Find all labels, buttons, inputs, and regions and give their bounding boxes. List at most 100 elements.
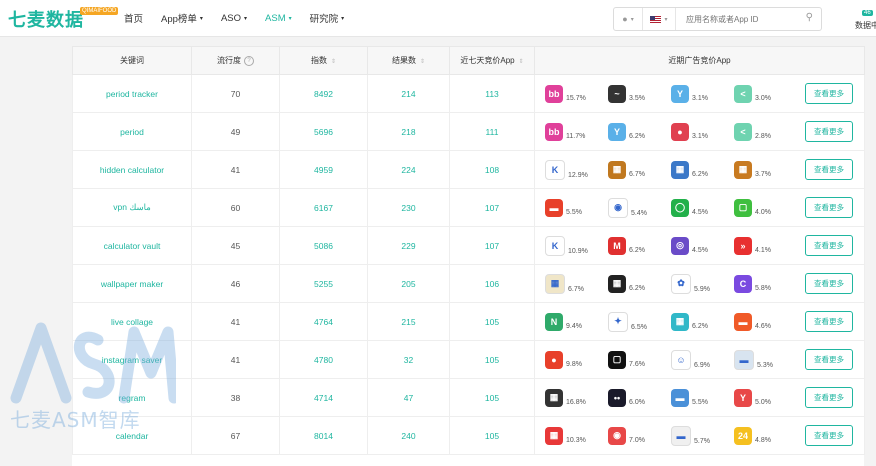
app-icon[interactable]: •• bbox=[608, 388, 626, 407]
ad-app[interactable]: ~3.5% bbox=[608, 84, 671, 103]
app-icon[interactable]: < bbox=[734, 122, 752, 141]
app-icon[interactable]: ▦ bbox=[545, 273, 565, 294]
ad-app[interactable]: M 6.2% bbox=[608, 236, 671, 255]
nav-item-0[interactable]: 首页 bbox=[124, 11, 143, 25]
ad-app[interactable]: N 9.4% bbox=[545, 312, 608, 331]
app-icon[interactable]: ▦ bbox=[671, 160, 689, 179]
app-icon[interactable]: ● bbox=[545, 350, 563, 369]
platform-select[interactable]: ● ▾ bbox=[614, 8, 643, 30]
app-icon[interactable]: ▬ bbox=[671, 388, 689, 407]
app-icon[interactable]: ▬ bbox=[734, 312, 752, 331]
ad-app[interactable]: 24 4.8% bbox=[734, 426, 797, 445]
app-icon[interactable]: ▦ bbox=[545, 426, 563, 445]
search-input[interactable] bbox=[684, 13, 808, 25]
app-icon[interactable]: N bbox=[545, 312, 563, 331]
ad-app[interactable]: ◯ 4.5% bbox=[671, 198, 734, 217]
app-icon[interactable]: ☺ bbox=[671, 349, 691, 370]
ad-app[interactable]: ▦ 6.2% bbox=[671, 312, 734, 331]
app-icon[interactable]: ▬ bbox=[545, 198, 563, 217]
ad-app[interactable]: ▦ 6.7% bbox=[608, 160, 671, 179]
app-icon[interactable]: K bbox=[545, 159, 565, 180]
app-icon[interactable]: ◉ bbox=[608, 426, 626, 445]
ad-app[interactable]: ● 9.8% bbox=[545, 350, 608, 369]
app-icon[interactable]: ▬ bbox=[671, 425, 691, 446]
ad-app[interactable]: K 10.9% bbox=[545, 235, 608, 256]
app-icon[interactable]: ▦ bbox=[734, 160, 752, 179]
keyword-cell[interactable]: wallpaper maker bbox=[72, 264, 192, 303]
keyword-cell[interactable]: vpn ماسك bbox=[72, 188, 192, 227]
keyword-cell[interactable]: live collage bbox=[72, 302, 192, 341]
view-more-button[interactable]: 查看更多 bbox=[805, 159, 853, 180]
view-more-button[interactable]: 查看更多 bbox=[805, 425, 853, 446]
ad-app[interactable]: ✦ 6.5% bbox=[608, 311, 671, 332]
app-icon[interactable]: ▦ bbox=[545, 388, 563, 407]
ad-app[interactable]: ▦ 10.3% bbox=[545, 426, 608, 445]
view-more-button[interactable]: 查看更多 bbox=[805, 197, 853, 218]
ad-app[interactable]: ▦ 3.7% bbox=[734, 160, 797, 179]
app-icon[interactable]: C bbox=[734, 274, 752, 293]
sort-icon[interactable]: ⇕ bbox=[331, 59, 336, 65]
app-icon[interactable]: ▢ bbox=[608, 350, 626, 369]
app-icon[interactable]: K bbox=[545, 235, 565, 256]
logo[interactable]: 七麦数据 bbox=[8, 6, 84, 32]
app-icon[interactable]: ▦ bbox=[608, 274, 626, 293]
app-icon[interactable]: ◯ bbox=[671, 198, 689, 217]
app-icon[interactable]: Y bbox=[671, 84, 689, 103]
app-icon[interactable]: Y bbox=[734, 388, 752, 407]
app-icon[interactable]: ◉ bbox=[608, 197, 628, 218]
search-icon[interactable]: ⚲ bbox=[806, 12, 813, 23]
ad-app[interactable]: <3.0% bbox=[734, 84, 797, 103]
ad-app[interactable]: ▦ 16.8% bbox=[545, 388, 608, 407]
view-more-button[interactable]: 查看更多 bbox=[805, 349, 853, 370]
ad-app[interactable]: bb 15.7% bbox=[545, 84, 608, 103]
ad-app[interactable]: ◎ 4.5% bbox=[671, 236, 734, 255]
sort-icon[interactable]: ⇕ bbox=[519, 59, 524, 65]
ad-app[interactable]: ✿ 5.9% bbox=[671, 273, 734, 294]
ad-app[interactable]: Y 6.2% bbox=[608, 122, 671, 141]
keyword-cell[interactable]: instagram saver bbox=[72, 340, 192, 379]
data-center-link[interactable]: 数据中 bbox=[855, 20, 876, 31]
ad-app[interactable]: Y 5.0% bbox=[734, 388, 797, 407]
view-more-button[interactable]: 查看更多 bbox=[805, 387, 853, 408]
nav-item-2[interactable]: ASO ▾ bbox=[221, 13, 247, 24]
app-icon[interactable]: ✿ bbox=[671, 273, 691, 294]
ad-app[interactable]: ▬ 5.7% bbox=[671, 425, 734, 446]
ad-app[interactable]: Y 3.1% bbox=[671, 84, 734, 103]
keyword-cell[interactable]: regram bbox=[72, 378, 192, 417]
view-more-button[interactable]: 查看更多 bbox=[805, 121, 853, 142]
ad-app[interactable]: ▦ 6.2% bbox=[608, 274, 671, 293]
view-more-button[interactable]: 查看更多 bbox=[805, 83, 853, 104]
keyword-cell[interactable]: calculator vault bbox=[72, 226, 192, 265]
app-icon[interactable]: ▦ bbox=[671, 312, 689, 331]
app-icon[interactable]: » bbox=[734, 236, 752, 255]
keyword-cell[interactable]: hidden calculator bbox=[72, 150, 192, 189]
view-more-button[interactable]: 查看更多 bbox=[805, 311, 853, 332]
app-icon[interactable]: ● bbox=[671, 122, 689, 141]
app-icon[interactable]: Y bbox=[608, 122, 626, 141]
ad-app[interactable]: ▢ 4.0% bbox=[734, 198, 797, 217]
view-more-button[interactable]: 查看更多 bbox=[805, 273, 853, 294]
country-select[interactable]: ▾ bbox=[643, 8, 676, 30]
ad-app[interactable]: ▬ 5.3% bbox=[734, 349, 797, 370]
keyword-cell[interactable]: period bbox=[72, 112, 192, 151]
ad-app[interactable]: ● 3.1% bbox=[671, 122, 734, 141]
app-icon[interactable]: bb bbox=[545, 122, 563, 141]
app-icon[interactable]: ✦ bbox=[608, 311, 628, 332]
app-icon[interactable]: ◎ bbox=[671, 236, 689, 255]
ad-app[interactable]: ◉ 7.0% bbox=[608, 426, 671, 445]
app-icon[interactable]: ~ bbox=[608, 84, 626, 103]
keyword-cell[interactable]: period tracker bbox=[72, 74, 192, 113]
ad-app[interactable]: C 5.8% bbox=[734, 274, 797, 293]
nav-item-4[interactable]: 研究院 ▾ bbox=[310, 11, 345, 25]
ad-app[interactable]: •• 6.0% bbox=[608, 388, 671, 407]
header-results[interactable]: 结果数 ⇕ bbox=[367, 46, 450, 75]
help-icon[interactable]: ? bbox=[244, 55, 254, 66]
nav-item-1[interactable]: App榜单 ▾ bbox=[161, 11, 203, 25]
app-icon[interactable]: ▬ bbox=[734, 349, 754, 370]
view-more-button[interactable]: 查看更多 bbox=[805, 235, 853, 256]
ad-app[interactable]: K 12.9% bbox=[545, 159, 608, 180]
app-icon[interactable]: M bbox=[608, 236, 626, 255]
header-popularity[interactable]: 流行度? bbox=[191, 46, 280, 75]
nav-item-3[interactable]: ASM ▾ bbox=[265, 13, 292, 24]
app-icon[interactable]: ▦ bbox=[608, 160, 626, 179]
